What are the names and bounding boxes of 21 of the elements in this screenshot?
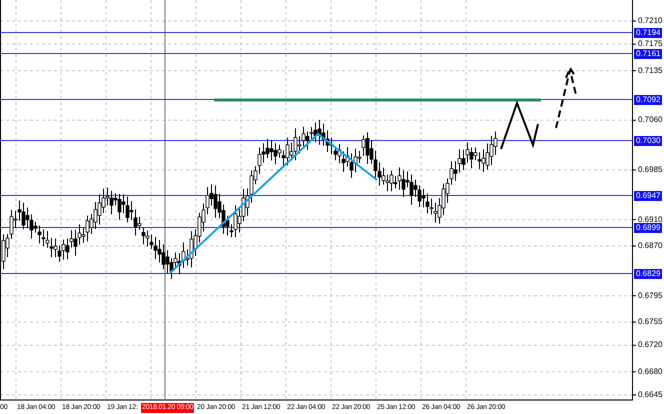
level-price-tag: 0.6947 — [634, 191, 662, 201]
level-price-tag: 0.7092 — [634, 95, 662, 105]
price-label: 0.7175 — [638, 39, 662, 50]
price-label: 0.6755 — [638, 317, 662, 328]
level-price-tag: 0.6899 — [634, 223, 662, 233]
forecast-path — [500, 100, 539, 150]
forecast-arrow — [555, 66, 577, 129]
price-label: 0.6910 — [638, 214, 662, 224]
price-label: 0.6720 — [638, 340, 662, 350]
level-price-tag: 0.7030 — [634, 136, 662, 146]
level-price-tag: 0.7161 — [634, 49, 662, 59]
price-label: 0.7060 — [638, 115, 662, 126]
price-label: 0.6985 — [638, 164, 662, 175]
price-label: 0.7210 — [638, 16, 662, 26]
level-price-tag: 0.6829 — [634, 269, 662, 279]
price-label: 0.6795 — [638, 290, 662, 301]
level-price-tag: 0.7194 — [634, 28, 662, 38]
price-label: 0.6645 — [638, 390, 662, 400]
price-label: 0.7135 — [638, 66, 662, 76]
price-label: 0.6680 — [638, 366, 662, 377]
price-label: 0.6870 — [638, 241, 662, 252]
